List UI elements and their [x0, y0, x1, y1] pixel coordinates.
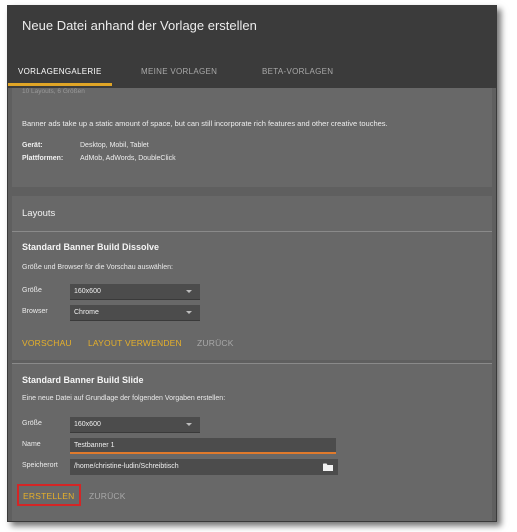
- dialog-header: Neue Datei anhand der Vorlage erstellen …: [8, 6, 496, 88]
- location-label: Speicherort: [22, 462, 58, 469]
- size-select[interactable]: 160x600: [70, 284, 200, 300]
- folder-icon[interactable]: [323, 463, 333, 471]
- browser-select-value: Chrome: [74, 309, 99, 316]
- template-description: Banner ads take up a static amount of sp…: [22, 119, 388, 128]
- platform-label: Plattformen:: [22, 155, 64, 162]
- back-button[interactable]: ZURÜCK: [89, 491, 126, 501]
- active-tab-indicator: [8, 83, 112, 86]
- size-label: Größe: [22, 420, 42, 427]
- divider: [12, 231, 492, 232]
- layout-subtitle: Größe und Browser für die Vorschau auswä…: [22, 264, 173, 271]
- location-input[interactable]: /home/christine-ludin/Schreibtisch: [70, 459, 338, 475]
- layout-card-slide: Standard Banner Build Slide Eine neue Da…: [12, 363, 492, 521]
- chevron-down-icon: [186, 423, 192, 426]
- divider: [12, 363, 492, 364]
- name-input[interactable]: Testbanner 1: [70, 438, 336, 454]
- layouts-header-card: Layouts: [12, 196, 492, 231]
- back-button[interactable]: ZURÜCK: [197, 338, 234, 348]
- size-select-value: 160x600: [74, 421, 101, 428]
- size-select[interactable]: 160x600: [70, 417, 200, 433]
- device-label: Gerät:: [22, 142, 43, 149]
- chevron-down-icon: [186, 290, 192, 293]
- tab-template-gallery[interactable]: VORLAGENGALERIE: [18, 67, 102, 76]
- browser-label: Browser: [22, 308, 48, 315]
- template-count-text: 10 Layouts, 6 Größen: [22, 88, 85, 95]
- size-select-value: 160x600: [74, 288, 101, 295]
- tab-bar: VORLAGENGALERIE MEINE VORLAGEN BETA-VORL…: [8, 62, 496, 88]
- tab-my-templates[interactable]: MEINE VORLAGEN: [141, 67, 217, 76]
- preview-button[interactable]: VORSCHAU: [22, 338, 72, 348]
- chevron-down-icon: [186, 311, 192, 314]
- layout-subtitle: Eine neue Datei auf Grundlage der folgen…: [22, 395, 226, 402]
- location-input-value: /home/christine-ludin/Schreibtisch: [74, 463, 179, 470]
- layout-card-dissolve: Standard Banner Build Dissolve Größe und…: [12, 231, 492, 360]
- use-layout-button[interactable]: LAYOUT VERWENDEN: [88, 338, 182, 348]
- new-file-dialog: Neue Datei anhand der Vorlage erstellen …: [7, 5, 497, 522]
- dialog-title: Neue Datei anhand der Vorlage erstellen: [22, 18, 257, 33]
- layouts-heading: Layouts: [22, 208, 56, 219]
- device-value: Desktop, Mobil, Tablet: [80, 142, 149, 149]
- create-button[interactable]: ERSTELLEN: [23, 491, 74, 501]
- platform-value: AdMob, AdWords, DoubleClick: [80, 155, 176, 162]
- tab-beta-templates[interactable]: BETA-VORLAGEN: [262, 67, 333, 76]
- browser-select[interactable]: Chrome: [70, 305, 200, 321]
- layout-title: Standard Banner Build Dissolve: [22, 242, 160, 252]
- dialog-content[interactable]: 10 Layouts, 6 Größen Banner ads take up …: [12, 88, 492, 521]
- name-input-value: Testbanner 1: [74, 442, 115, 449]
- layout-title: Standard Banner Build Slide: [22, 375, 144, 385]
- name-label: Name: [22, 441, 41, 448]
- size-label: Größe: [22, 287, 42, 294]
- template-info-card: 10 Layouts, 6 Größen Banner ads take up …: [12, 88, 492, 187]
